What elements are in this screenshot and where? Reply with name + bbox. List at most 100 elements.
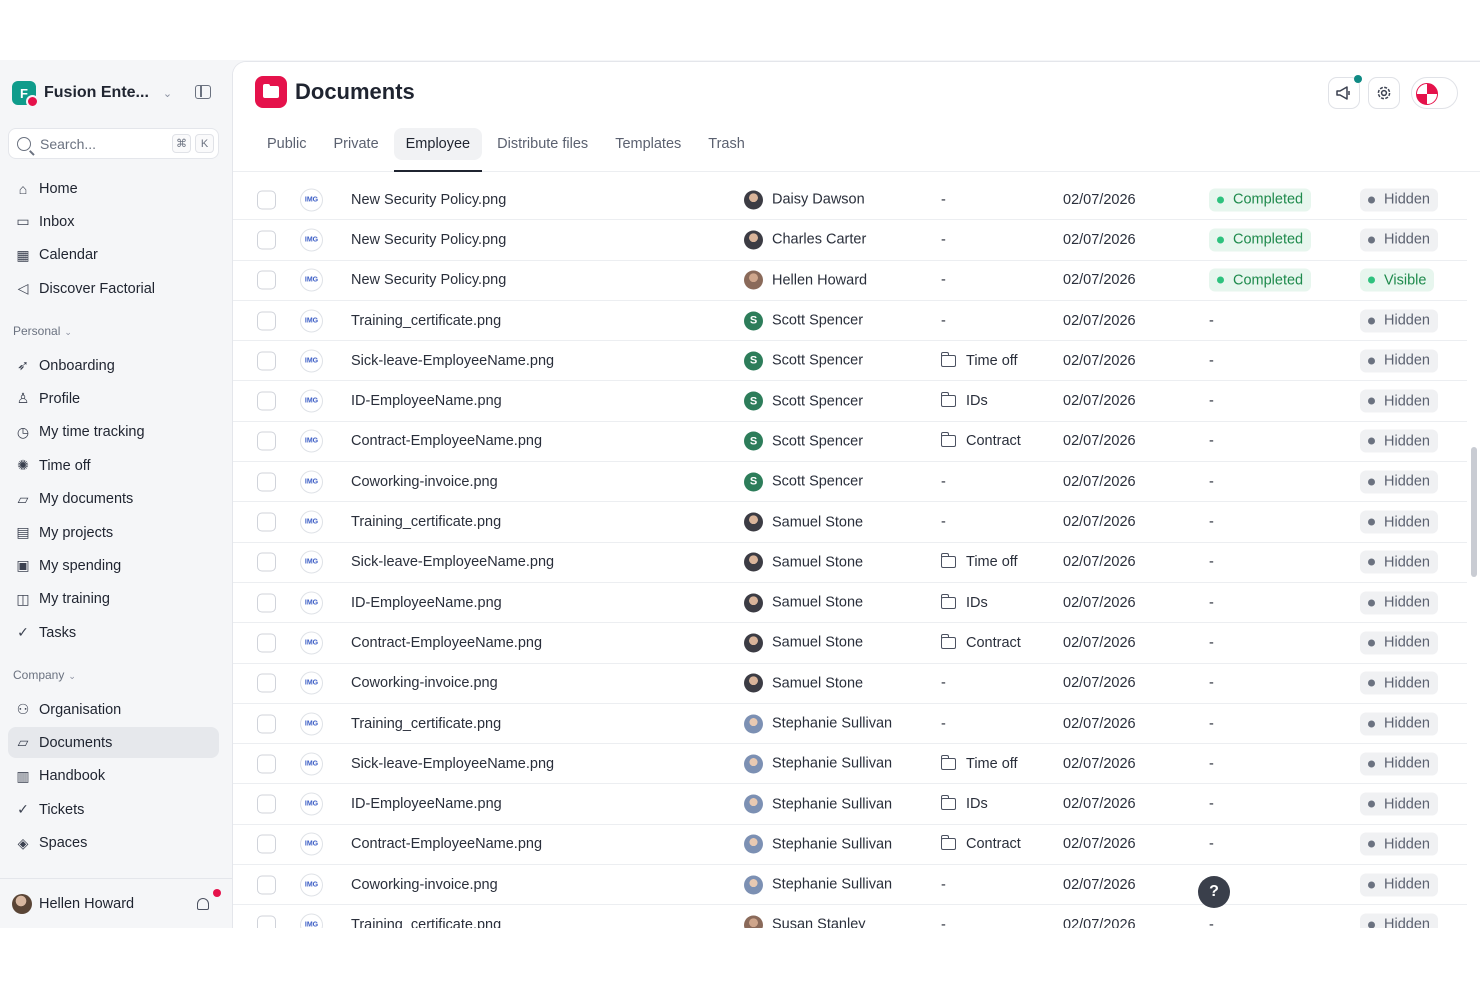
sidebar-item-my-spending[interactable]: ▣ My spending (8, 550, 219, 581)
file-name[interactable]: Coworking-invoice.png (351, 877, 498, 893)
row-checkbox[interactable] (257, 633, 276, 653)
visibility-badge[interactable]: Hidden (1360, 389, 1438, 413)
table-row[interactable]: IMG Sick-leave-EmployeeName.png Stephanie … (233, 744, 1467, 785)
visibility-badge[interactable]: Hidden (1360, 792, 1438, 816)
file-name[interactable]: Sick-leave-EmployeeName.png (351, 353, 554, 369)
sidebar-item-spaces[interactable]: ◈ Spaces (8, 828, 219, 859)
row-checkbox[interactable] (257, 431, 276, 451)
visibility-badge[interactable]: Hidden (1360, 550, 1438, 574)
visibility-badge[interactable]: Hidden (1360, 752, 1438, 776)
sidebar-item-discover-factorial[interactable]: ◁ Discover Factorial (8, 273, 219, 304)
visibility-badge[interactable]: Hidden (1360, 188, 1438, 212)
table-row[interactable]: IMG Contract-EmployeeName.png Samuel Stone… (233, 623, 1467, 664)
row-checkbox[interactable] (257, 875, 276, 895)
table-row[interactable]: IMG Sick-leave-EmployeeName.png Samuel Sto… (233, 543, 1467, 583)
sidebar-item-profile[interactable]: ♙ Profile (8, 383, 219, 414)
sidebar-item-calendar[interactable]: ▦ Calendar (8, 240, 219, 271)
row-checkbox[interactable] (257, 754, 276, 774)
section-company[interactable]: Company ⌄ (13, 668, 76, 682)
table-row[interactable]: IMG ID-EmployeeName.png S Scott Spencer IDs 0… (233, 381, 1467, 422)
row-checkbox[interactable] (257, 794, 276, 814)
file-name[interactable]: ID-EmployeeName.png (351, 393, 502, 409)
table-row[interactable]: IMG Training_certificate.png Samuel Stone -… (233, 502, 1467, 543)
table-row[interactable]: IMG Coworking-invoice.png Samuel Stone - 02/… (233, 664, 1467, 704)
sidebar-item-tickets[interactable]: ✓ Tickets (8, 794, 219, 825)
file-name[interactable]: Training_certificate.png (351, 917, 501, 928)
visibility-badge[interactable]: Hidden (1360, 913, 1438, 928)
section-personal[interactable]: Personal ⌄ (13, 324, 72, 338)
row-checkbox[interactable] (257, 270, 276, 290)
row-checkbox[interactable] (257, 552, 276, 572)
sidebar-item-home[interactable]: ⌂ Home (8, 173, 219, 204)
table-row[interactable]: IMG Contract-EmployeeName.png S Scott Spenc… (233, 422, 1467, 463)
table-row[interactable]: IMG Training_certificate.png Susan Stanley… (233, 905, 1467, 928)
visibility-badge[interactable]: Hidden (1360, 832, 1438, 856)
sidebar-item-documents[interactable]: ▱ Documents (8, 727, 219, 759)
table-row[interactable]: IMG ID-EmployeeName.png Stephanie Sullivan… (233, 784, 1467, 825)
sidebar-item-my-documents[interactable]: ▱ My documents (8, 484, 219, 515)
visibility-badge[interactable]: Hidden (1360, 591, 1438, 615)
file-name[interactable]: Sick-leave-EmployeeName.png (351, 554, 554, 570)
sidebar-item-organisation[interactable]: ⚇ Organisation (8, 694, 219, 725)
sidebar-item-my-training[interactable]: ◫ My training (8, 584, 219, 615)
row-checkbox[interactable] (257, 915, 276, 928)
file-name[interactable]: Training_certificate.png (351, 313, 501, 329)
row-checkbox[interactable] (257, 472, 276, 492)
visibility-badge[interactable]: Hidden (1360, 510, 1438, 534)
row-checkbox[interactable] (257, 190, 276, 210)
table-row[interactable]: IMG Coworking-invoice.png Stephanie Sulliv… (233, 865, 1467, 906)
table-row[interactable]: IMG Contract-EmployeeName.png Stephanie Su… (233, 825, 1467, 866)
file-name[interactable]: Training_certificate.png (351, 514, 501, 530)
file-name[interactable]: Contract-EmployeeName.png (351, 836, 542, 852)
help-center-button[interactable] (1411, 77, 1458, 109)
file-name[interactable]: Sick-leave-EmployeeName.png (351, 756, 554, 772)
table-row[interactable]: IMG Coworking-invoice.png S Scott Spencer - 0… (233, 462, 1467, 503)
table-row[interactable]: IMG New Security Policy.png Hellen Howard -… (233, 261, 1467, 301)
visibility-badge[interactable]: Hidden (1360, 712, 1438, 735)
user-menu[interactable]: Hellen Howard (0, 878, 232, 928)
visibility-badge[interactable]: Hidden (1360, 631, 1438, 655)
sidebar-item-inbox[interactable]: ▭ Inbox (8, 206, 219, 237)
row-checkbox[interactable] (257, 230, 276, 250)
table-row[interactable]: IMG New Security Policy.png Charles Carter… (233, 220, 1467, 261)
table-row[interactable]: IMG ID-EmployeeName.png Samuel Stone IDs 02/… (233, 583, 1467, 624)
sidebar-item-time-off[interactable]: ✺ Time off (8, 450, 219, 481)
visibility-badge[interactable]: Hidden (1360, 470, 1438, 494)
tab-private[interactable]: Private (322, 128, 391, 160)
row-checkbox[interactable] (257, 512, 276, 532)
file-name[interactable]: ID-EmployeeName.png (351, 796, 502, 812)
visibility-badge[interactable]: Hidden (1360, 228, 1438, 252)
tab-distribute-files[interactable]: Distribute files (485, 128, 600, 160)
file-name[interactable]: New Security Policy.png (351, 272, 506, 288)
file-name[interactable]: Coworking-invoice.png (351, 675, 498, 691)
table-row[interactable]: IMG New Security Policy.png Daisy Dawson - 0… (233, 180, 1467, 221)
sidebar-toggle-icon[interactable] (195, 85, 211, 99)
visibility-badge[interactable]: Hidden (1360, 873, 1438, 897)
file-name[interactable]: New Security Policy.png (351, 232, 506, 248)
tab-trash[interactable]: Trash (696, 128, 757, 160)
bell-icon[interactable] (196, 897, 210, 911)
row-checkbox[interactable] (257, 714, 276, 733)
scrollbar[interactable] (1471, 447, 1477, 577)
file-name[interactable]: Coworking-invoice.png (351, 474, 498, 490)
settings-button[interactable] (1368, 77, 1400, 109)
sidebar-item-my-projects[interactable]: ▤ My projects (8, 517, 219, 548)
file-name[interactable]: ID-EmployeeName.png (351, 595, 502, 611)
file-name[interactable]: Contract-EmployeeName.png (351, 433, 542, 449)
visibility-badge[interactable]: Hidden (1360, 671, 1438, 695)
row-checkbox[interactable] (257, 391, 276, 411)
visibility-badge[interactable]: Hidden (1360, 429, 1438, 453)
table-row[interactable]: IMG Training_certificate.png S Scott Spence… (233, 301, 1467, 342)
sidebar-item-tasks[interactable]: ✓ Tasks (8, 617, 219, 648)
tab-templates[interactable]: Templates (603, 128, 693, 160)
tab-employee[interactable]: Employee (393, 128, 483, 172)
sidebar-item-handbook[interactable]: ▥ Handbook (8, 761, 219, 792)
table-row[interactable]: IMG Sick-leave-EmployeeName.png S Scott Spe… (233, 341, 1467, 382)
tab-public[interactable]: Public (255, 128, 319, 160)
row-checkbox[interactable] (257, 593, 276, 613)
visibility-badge[interactable]: Hidden (1360, 349, 1438, 373)
row-checkbox[interactable] (257, 311, 276, 331)
sidebar-item-onboarding[interactable]: ➶ Onboarding (8, 350, 219, 381)
row-checkbox[interactable] (257, 351, 276, 371)
row-checkbox[interactable] (257, 673, 276, 693)
